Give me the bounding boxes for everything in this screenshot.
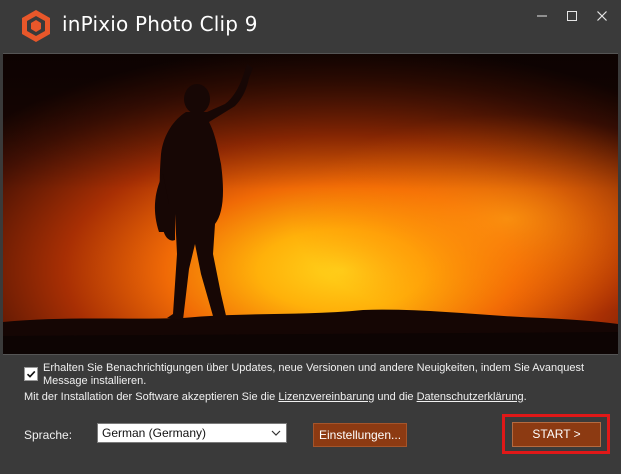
title-bar: inPixio Photo Clip 9: [0, 0, 621, 52]
consent-text: Erhalten Sie Benachrichtigungen über Upd…: [43, 362, 585, 387]
language-select[interactable]: German (Germany): [97, 423, 287, 443]
silhouette-volcano-photo: [3, 54, 618, 354]
privacy-policy-link[interactable]: Datenschutzerklärung: [417, 391, 524, 403]
license-prefix: Mit der Installation der Software akzept…: [24, 391, 279, 403]
chevron-down-icon: [271, 430, 281, 436]
maximize-icon: [567, 11, 577, 21]
license-notice: Mit der Installation der Software akzept…: [24, 391, 614, 403]
license-suffix: .: [523, 391, 527, 403]
settings-button[interactable]: Einstellungen...: [313, 423, 407, 447]
license-middle: und die: [374, 391, 417, 403]
language-selected-value: German (Germany): [102, 426, 207, 440]
checkmark-icon: [26, 370, 36, 378]
close-button[interactable]: [588, 6, 616, 26]
start-button[interactable]: START >: [512, 422, 601, 447]
maximize-button[interactable]: [558, 6, 586, 26]
minimize-button[interactable]: [528, 6, 556, 26]
app-title: inPixio Photo Clip 9: [62, 12, 258, 36]
language-label: Sprache:: [24, 428, 73, 442]
consent-checkbox[interactable]: [24, 367, 38, 381]
license-agreement-link[interactable]: Lizenzvereinbarung: [278, 391, 374, 403]
inpixio-logo-icon: [22, 10, 50, 42]
close-icon: [597, 11, 607, 21]
minimize-icon: [537, 15, 547, 17]
hero-image: [3, 53, 618, 355]
